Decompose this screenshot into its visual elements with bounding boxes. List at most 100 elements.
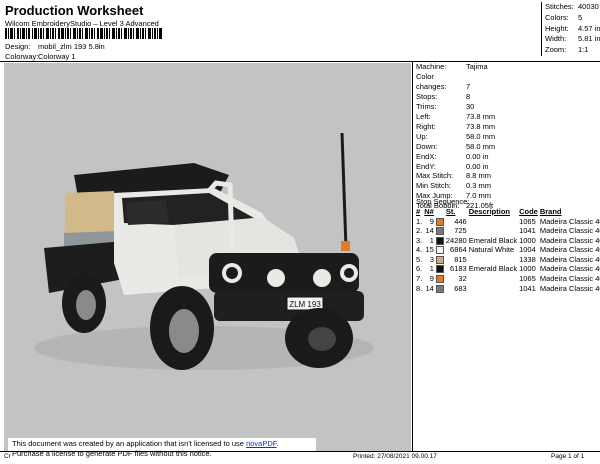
needle-number: 9 — [429, 274, 434, 284]
colorway-line: Colorway:Colorway 1 — [5, 52, 76, 61]
color-swatch — [435, 284, 446, 294]
row-index: 5. — [416, 254, 423, 264]
table-row: 3. 1 24280 Emerald Black 1000 Madeira Classic… — [416, 236, 600, 246]
colorway-label: Colorway: — [5, 52, 39, 61]
thread-brand: Madeira Classic 40 — [539, 254, 600, 264]
spec-row: EndX: 0.00 in — [416, 151, 489, 161]
thread-code: 1338 — [519, 254, 536, 264]
needle-number: 1 — [429, 235, 434, 245]
needle-number: 15 — [425, 245, 434, 255]
spec-row: Min Stitch: 0.3 mm — [416, 181, 492, 191]
table-row: 1. 9 446 1065 Madeira Classic 40 — [416, 217, 600, 227]
spec-row: EndY: 0.00 in — [416, 161, 489, 171]
color-swatch — [435, 245, 446, 255]
stitch-count: 725 — [454, 226, 467, 236]
needle-number: 14 — [425, 226, 434, 236]
color-swatch — [435, 274, 446, 284]
plate-text: ZLM 193 — [289, 300, 321, 309]
color-swatch — [435, 217, 446, 227]
design-line: Design: mobil_zlm 193 5.8in — [5, 42, 105, 51]
needle-number: 3 — [429, 254, 434, 264]
stitch-count: 446 — [454, 216, 467, 226]
row-index: 6. — [416, 264, 423, 274]
table-row: 6. 1 6183 Emerald Black 1000 Madeira Classic … — [416, 264, 600, 274]
table-row: 4. 15 6864 Natural White 1004 Madeira Classic… — [416, 245, 600, 255]
design-label: Design: — [5, 42, 31, 51]
spec-panel: Machine: Tajima Color changes: 7 Stops: 8 T… — [412, 62, 600, 451]
stop-sequence-title: Stop Sequence: — [416, 197, 470, 206]
thread-code: 1065 — [519, 216, 536, 226]
footer-divider — [0, 451, 600, 452]
barcode — [5, 28, 162, 39]
spec-row: Max Stitch: 8.8 mm — [416, 171, 492, 181]
novapdf-notice: This document was created by an applicat… — [8, 438, 316, 460]
color-description: Emerald Black — [468, 264, 518, 274]
color-description — [469, 217, 519, 227]
thread-code: 1041 — [519, 226, 536, 236]
thread-brand: Madeira Classic 40 — [539, 245, 600, 255]
row-index: 3. — [416, 235, 423, 245]
footer-printed: Printed: 27/08/2021 09.00.17 — [353, 453, 437, 460]
summary-stitches: Stitches: 40030 — [545, 2, 599, 11]
color-description: Emerald Black — [468, 235, 518, 245]
summary-colors: Colors: 5 — [545, 12, 583, 22]
thread-brand: Madeira Classic 40 — [539, 274, 600, 284]
needle-number: 14 — [425, 283, 434, 293]
thread-brand: Madeira Classic 40 — [539, 216, 600, 226]
row-index: 2. — [416, 226, 423, 236]
color-swatch-icon — [435, 265, 444, 274]
spec-row: Color changes: 7 — [416, 71, 471, 91]
summary-height: Height: 4.57 in — [545, 23, 600, 33]
color-swatch-icon — [435, 227, 444, 236]
color-description — [469, 226, 519, 236]
stitch-count: 6864 — [450, 245, 467, 255]
design-preview: ZLM 193 — [4, 63, 411, 451]
color-swatch — [435, 255, 446, 265]
needle-number: 9 — [429, 216, 434, 226]
color-swatch — [435, 264, 446, 274]
spec-row: Machine: Tajima — [416, 62, 488, 71]
novapdf-link[interactable]: novaPDF — [246, 439, 276, 448]
thread-brand: Madeira Classic 40 — [539, 283, 600, 293]
truck-embroidery-image: ZLM 193 — [34, 132, 374, 370]
design-value: mobil_zlm 193 5.8in — [38, 42, 105, 51]
stitch-count: 32 — [458, 274, 467, 284]
thread-code: 1000 — [519, 264, 536, 274]
spec-row: Right: 73.8 mm — [416, 121, 496, 131]
spec-row: Trims: 30 — [416, 101, 475, 111]
thread-code: 1065 — [519, 274, 536, 284]
table-row: 2. 14 725 1041 Madeira Classic 40 — [416, 226, 600, 236]
needle-number: 1 — [429, 264, 434, 274]
color-swatch-icon — [435, 217, 444, 226]
color-swatch-icon — [435, 255, 444, 264]
row-index: 7. — [416, 274, 423, 284]
spec-row: Left: 73.8 mm — [416, 111, 496, 121]
color-description — [469, 284, 519, 294]
stitch-count: 815 — [454, 254, 467, 264]
stitch-count: 6183 — [450, 264, 467, 274]
color-swatch-icon — [435, 275, 444, 284]
machine-specs: Machine: Tajima Color changes: 7 Stops: 8 T… — [416, 62, 495, 211]
summary-zoom: Zoom: 1:1 — [545, 45, 589, 55]
color-swatch-icon — [435, 246, 444, 255]
spec-row: Stops: 8 — [416, 91, 471, 101]
page-title: Production Worksheet — [5, 3, 144, 18]
table-header: # N# St. Description Code Brand — [416, 207, 562, 216]
thread-code: 1041 — [519, 283, 536, 293]
table-row: 7. 9 32 1065 Madeira Classic 40 — [416, 274, 600, 284]
footer-left: Cr — [4, 453, 11, 460]
app-subtitle: Wilcom EmbroideryStudio – Level 3 Advanc… — [5, 19, 159, 28]
thread-code: 1000 — [519, 235, 536, 245]
summary-box: Stitches: 40030 Colors: 5 Height: 4.57 in W… — [541, 2, 600, 56]
thread-code: 1004 — [519, 245, 536, 255]
row-index: 1. — [416, 216, 423, 226]
thread-brand: Madeira Classic 40 — [539, 235, 600, 245]
spec-row: Up: 58.0 mm — [416, 131, 496, 141]
spec-row: Down: 58.0 mm — [416, 141, 496, 151]
color-swatch-icon — [435, 284, 444, 293]
colorway-value: Colorway 1 — [38, 52, 76, 61]
thread-brand: Madeira Classic 40 — [539, 264, 600, 274]
color-swatch — [435, 226, 446, 236]
stitch-count: 683 — [454, 283, 467, 293]
footer-page: Page 1 of 1 — [551, 453, 585, 460]
